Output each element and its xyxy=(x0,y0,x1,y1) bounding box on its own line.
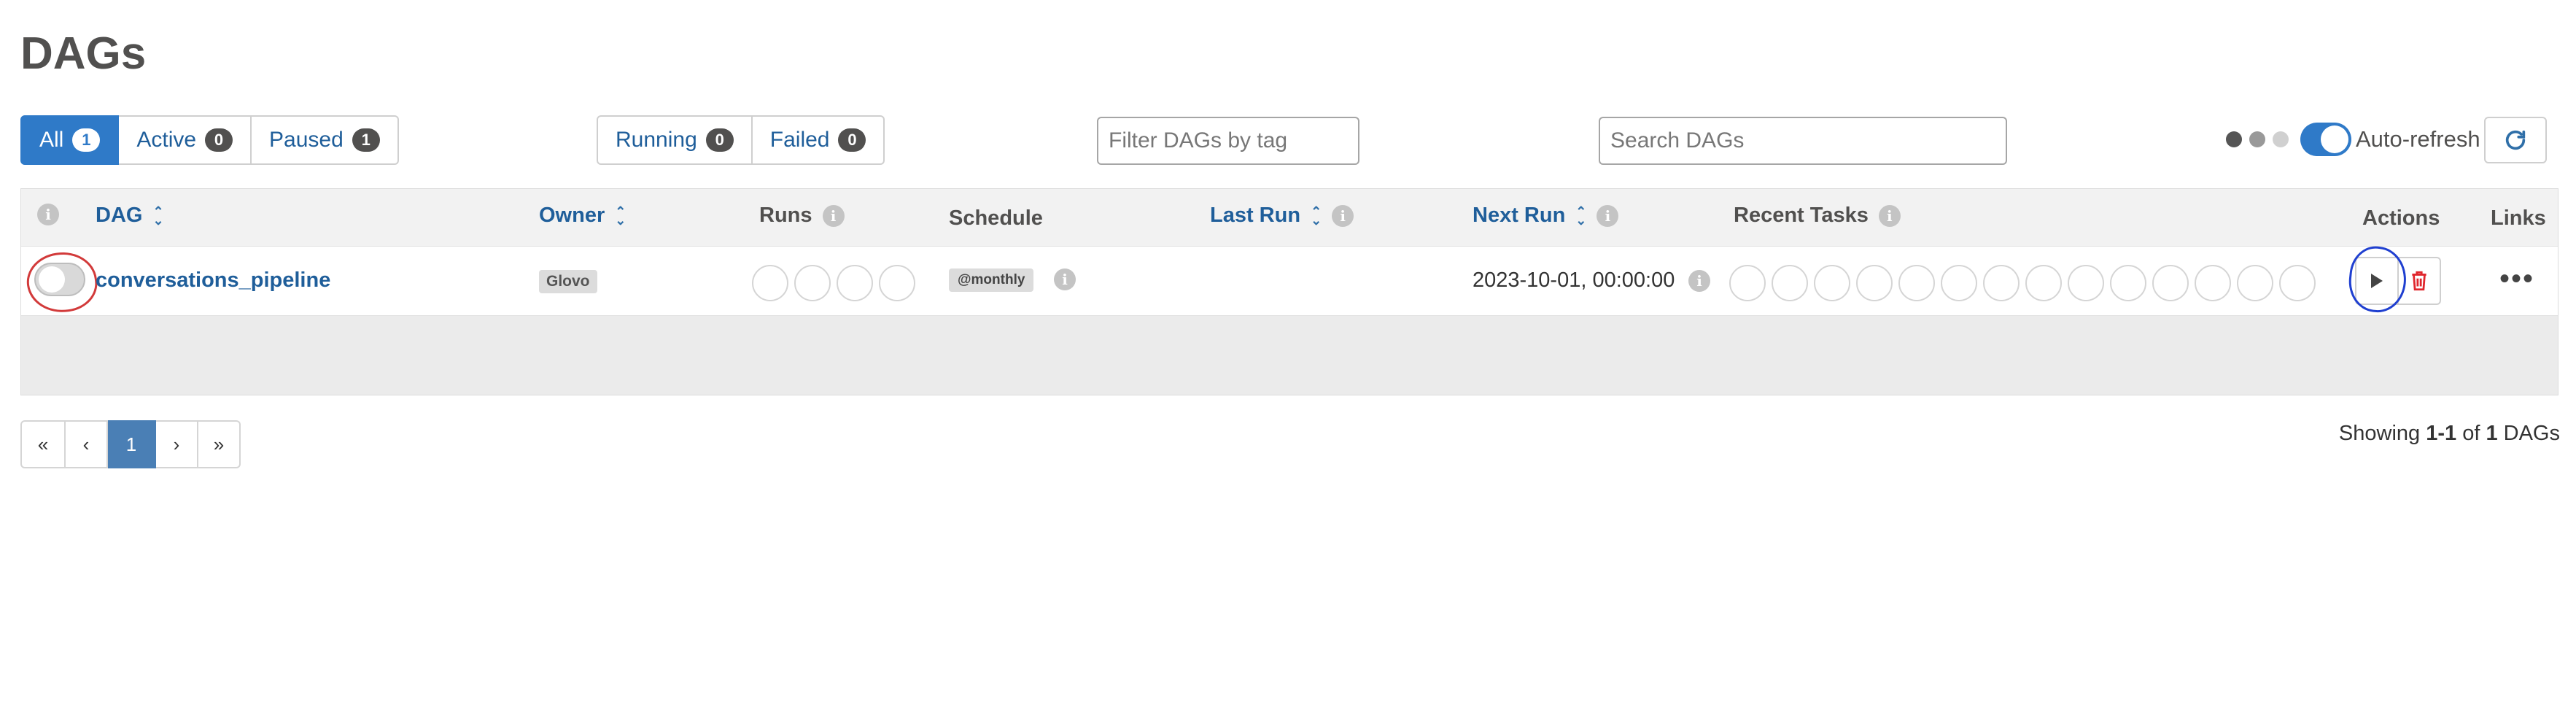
info-icon[interactable]: i xyxy=(822,204,845,227)
tag-filter-input[interactable] xyxy=(1097,117,1359,165)
toggle-knob xyxy=(2321,125,2348,153)
loading-dot xyxy=(2226,131,2242,147)
run-state-circle[interactable] xyxy=(794,265,831,301)
red-annotation-circle xyxy=(23,247,101,317)
table-row: conversations_pipeline Glovo @monthly i … xyxy=(21,244,2558,317)
tab-running[interactable]: Running 0 xyxy=(597,115,753,165)
tab-all[interactable]: All 1 xyxy=(20,115,120,165)
task-state-circle[interactable] xyxy=(1856,265,1893,301)
status-filter-group: All 1 Active 0 Paused 1 xyxy=(20,115,399,165)
refresh-icon xyxy=(2505,130,2526,150)
header-runs: Runs i xyxy=(759,204,845,228)
next-page-button[interactable]: › xyxy=(156,420,198,468)
header-next-run-label: Next Run xyxy=(1473,204,1566,227)
info-icon[interactable]: i xyxy=(1688,270,1710,292)
info-icon[interactable]: i xyxy=(1597,204,1619,227)
table-header: i DAG ⌃ ⌄ Owner ⌃ ⌄ Runs i Schedule Last R… xyxy=(21,189,2558,246)
pagination: « ‹ 1 › » xyxy=(20,420,241,468)
showing-suffix: DAGs xyxy=(2497,422,2560,445)
task-state-circle[interactable] xyxy=(1729,265,1766,301)
run-state-filter-group: Running 0 Failed 0 xyxy=(597,115,885,165)
header-next-run[interactable]: Next Run ⌃ ⌄ i xyxy=(1473,204,1619,228)
task-state-circle[interactable] xyxy=(2110,265,2146,301)
loading-dot xyxy=(2249,131,2265,147)
header-last-run-label: Last Run xyxy=(1210,204,1301,227)
sort-icon: ⌃ ⌄ xyxy=(1575,204,1587,228)
tab-active-count: 0 xyxy=(205,128,233,152)
header-recent-tasks: Recent Tasks i xyxy=(1734,204,1901,228)
task-state-circle[interactable] xyxy=(2068,265,2104,301)
results-summary: Showing 1-1 of 1 DAGs xyxy=(2339,422,2560,446)
showing-total: 1 xyxy=(2486,422,2498,445)
next-run-value: 2023-10-01, 00:00:00 xyxy=(1473,268,1675,292)
tab-paused-count: 1 xyxy=(352,128,380,152)
schedule-badge[interactable]: @monthly xyxy=(949,268,1034,292)
task-state-circle[interactable] xyxy=(1983,265,2020,301)
task-state-circle[interactable] xyxy=(2152,265,2189,301)
info-icon[interactable]: i xyxy=(1054,268,1076,290)
tab-paused[interactable]: Paused 1 xyxy=(252,115,399,165)
info-icon[interactable]: i xyxy=(1332,204,1354,227)
task-state-circle[interactable] xyxy=(2279,265,2316,301)
prev-page-button[interactable]: ‹ xyxy=(66,420,108,468)
sort-icon: ⌃ ⌄ xyxy=(1311,204,1322,228)
sort-icon: ⌃ ⌄ xyxy=(615,204,626,228)
auto-refresh-label: Auto-refresh xyxy=(2356,126,2480,152)
refresh-button[interactable] xyxy=(2484,117,2547,163)
info-icon[interactable]: i xyxy=(1878,204,1901,227)
auto-refresh-toggle[interactable] xyxy=(2300,123,2351,156)
sort-icon: ⌃ ⌄ xyxy=(152,204,164,228)
header-links-label: Links xyxy=(2491,206,2546,230)
first-page-button[interactable]: « xyxy=(20,420,66,468)
task-state-circle[interactable] xyxy=(1941,265,1977,301)
task-state-circle[interactable] xyxy=(2237,265,2273,301)
showing-of: of xyxy=(2456,422,2486,445)
tab-failed-label: Failed xyxy=(769,128,830,152)
page-title: DAGs xyxy=(20,28,147,79)
trash-icon xyxy=(2412,271,2426,291)
header-owner-label: Owner xyxy=(539,204,605,227)
info-icon: i xyxy=(37,204,59,225)
header-dag[interactable]: DAG ⌃ ⌄ xyxy=(96,204,164,228)
tab-failed[interactable]: Failed 0 xyxy=(752,115,885,165)
header-schedule-label: Schedule xyxy=(949,206,1043,230)
run-state-circle[interactable] xyxy=(879,265,915,301)
task-state-circle[interactable] xyxy=(1898,265,1935,301)
showing-range: 1-1 xyxy=(2426,422,2457,445)
header-last-run[interactable]: Last Run ⌃ ⌄ i xyxy=(1210,204,1354,228)
owner-badge[interactable]: Glovo xyxy=(539,270,597,293)
tab-running-count: 0 xyxy=(705,128,734,152)
search-input[interactable] xyxy=(1599,117,2007,165)
header-owner[interactable]: Owner ⌃ ⌄ xyxy=(539,204,626,228)
tab-paused-label: Paused xyxy=(269,128,344,152)
task-state-circle[interactable] xyxy=(1814,265,1850,301)
header-status-info: i xyxy=(37,204,59,225)
header-schedule: Schedule xyxy=(949,206,1043,231)
header-runs-label: Runs xyxy=(759,204,812,227)
task-state-circle[interactable] xyxy=(2195,265,2231,301)
run-state-circle[interactable] xyxy=(837,265,873,301)
task-state-circle[interactable] xyxy=(1772,265,1808,301)
loading-dots xyxy=(2226,131,2289,147)
task-state-circle[interactable] xyxy=(2025,265,2062,301)
last-page-button[interactable]: » xyxy=(198,420,241,468)
tab-all-label: All xyxy=(39,128,64,152)
page-1-button[interactable]: 1 xyxy=(108,420,156,468)
tab-active-label: Active xyxy=(136,128,197,152)
header-recent-tasks-label: Recent Tasks xyxy=(1734,204,1869,227)
tab-running-label: Running xyxy=(616,128,697,152)
showing-prefix: Showing xyxy=(2338,422,2426,445)
run-state-circle[interactable] xyxy=(752,265,788,301)
tab-active[interactable]: Active 0 xyxy=(119,115,252,165)
header-links: Links xyxy=(2491,206,2546,231)
tab-failed-count: 0 xyxy=(838,128,866,152)
header-actions: Actions xyxy=(2362,206,2440,231)
header-actions-label: Actions xyxy=(2362,206,2440,230)
dag-link[interactable]: conversations_pipeline xyxy=(96,268,330,293)
more-links-icon[interactable]: ••• xyxy=(2499,263,2534,295)
tab-all-count: 1 xyxy=(72,128,101,152)
header-dag-label: DAG xyxy=(96,204,143,227)
loading-dot xyxy=(2273,131,2289,147)
dag-table: i DAG ⌃ ⌄ Owner ⌃ ⌄ Runs i Schedule Last R… xyxy=(20,188,2558,395)
